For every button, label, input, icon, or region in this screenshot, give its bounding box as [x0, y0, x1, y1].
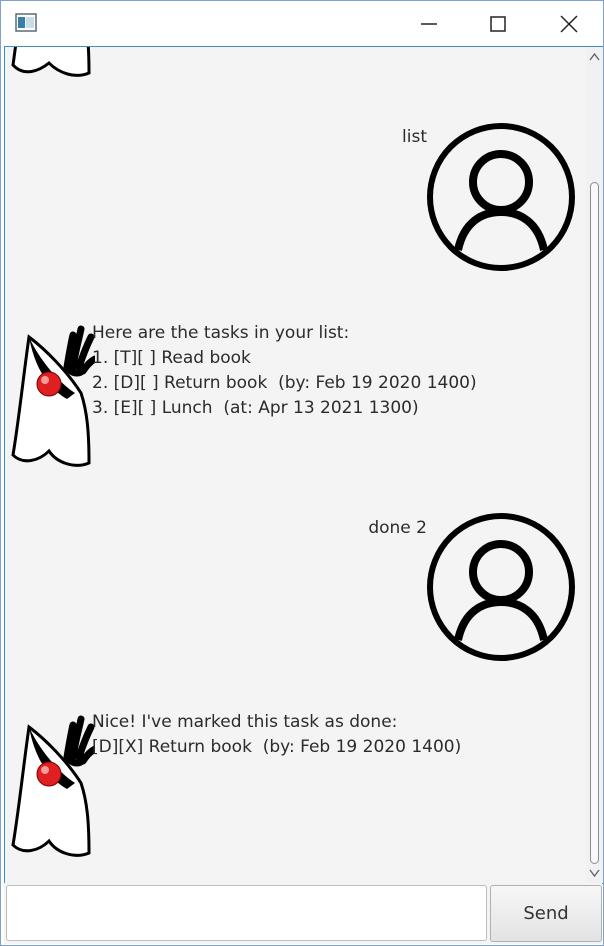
close-icon	[560, 14, 578, 33]
dialog-scroll-pane[interactable]: list Here are the tasks in your list: 1.…	[4, 46, 603, 884]
user-avatar-icon	[427, 513, 575, 661]
user-message: done 2	[368, 518, 427, 538]
duke-message-line: Nice! I've marked this task as done:	[92, 712, 398, 732]
send-button[interactable]: Send	[490, 885, 602, 942]
scroll-up-arrow-icon[interactable]	[589, 52, 600, 62]
input-bar: Send	[4, 883, 602, 944]
app-window-icon	[15, 13, 37, 32]
scrollbar-thumb[interactable]	[590, 182, 599, 864]
user-input-field[interactable]	[6, 885, 487, 941]
duke-avatar-icon	[11, 325, 95, 467]
user-message: list	[402, 127, 427, 147]
scroll-down-arrow-icon[interactable]	[589, 868, 600, 878]
duke-message-line: 3. [E][ ] Lunch (at: Apr 13 2021 1300)	[92, 398, 419, 418]
close-button[interactable]	[539, 1, 599, 46]
duke-message-line: [D][X] Return book (by: Feb 19 2020 1400…	[92, 737, 462, 757]
duke-message-line: 1. [T][ ] Read book	[92, 348, 251, 368]
maximize-icon	[490, 15, 506, 32]
app-window: list Here are the tasks in your list: 1.…	[0, 0, 604, 946]
duke-message-line: Here are the tasks in your list:	[92, 323, 350, 343]
title-bar[interactable]	[1, 1, 603, 46]
vertical-scrollbar[interactable]	[586, 47, 603, 883]
user-avatar-icon	[427, 123, 575, 271]
duke-message-line: 2. [D][ ] Return book (by: Feb 19 2020 1…	[92, 373, 477, 393]
minimize-icon	[421, 22, 437, 25]
duke-avatar-icon	[11, 715, 95, 857]
duke-avatar-icon	[11, 47, 91, 77]
minimize-button[interactable]	[399, 1, 459, 46]
maximize-button[interactable]	[468, 1, 528, 46]
